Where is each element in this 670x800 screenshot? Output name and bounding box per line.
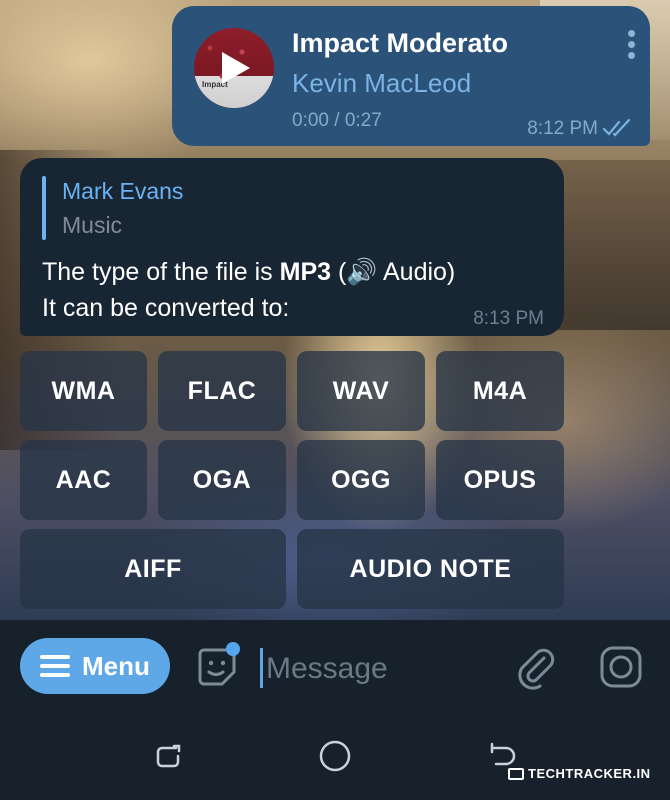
- notification-dot: [226, 642, 240, 656]
- message-text-prefix: The type of the file is: [42, 258, 280, 286]
- reply-sender-name[interactable]: Mark Evans: [62, 178, 183, 205]
- home-icon[interactable]: [318, 739, 352, 773]
- camera-icon[interactable]: [598, 644, 644, 690]
- recent-apps-icon[interactable]: [154, 742, 182, 770]
- watermark: TECHTRACKER.IN: [508, 766, 651, 781]
- watermark-logo-icon: [508, 767, 524, 780]
- message-text-line2: It can be converted to:: [42, 294, 290, 322]
- incoming-message[interactable]: Mark Evans Music The type of the file is…: [20, 158, 564, 336]
- album-cover-play-button[interactable]: Impact: [194, 28, 274, 108]
- reply-quote-bar: [42, 176, 46, 240]
- message-text-line1: The type of the file is MP3 (🔊 Audio): [42, 258, 455, 287]
- message-text-suffix: (🔊 Audio): [331, 258, 456, 286]
- system-navigation-bar: TECHTRACKER.IN: [0, 712, 670, 800]
- convert-oga-button[interactable]: OGA: [158, 440, 286, 520]
- convert-aiff-button[interactable]: AIFF: [20, 529, 286, 609]
- reply-quoted-text: Music: [62, 212, 123, 238]
- convert-m4a-button[interactable]: M4A: [436, 351, 564, 431]
- message-input[interactable]: [264, 646, 498, 692]
- play-icon[interactable]: [222, 52, 250, 84]
- menu-label: Menu: [82, 650, 150, 681]
- file-type-label: MP3: [279, 258, 332, 286]
- hamburger-icon: [40, 655, 70, 677]
- outgoing-audio-message[interactable]: Impact Impact Moderato Kevin MacLeod 0:0…: [172, 6, 650, 146]
- song-artist: Kevin MacLeod: [292, 68, 472, 98]
- paperclip-icon[interactable]: [512, 644, 558, 690]
- convert-wav-button[interactable]: WAV: [297, 351, 425, 431]
- song-progress: 0:00 / 0:27: [292, 110, 382, 131]
- message-timestamp: 8:13 PM: [473, 308, 544, 329]
- convert-ogg-button[interactable]: OGG: [297, 440, 425, 520]
- text-cursor: [260, 648, 263, 688]
- watermark-text: TECHTRACKER.IN: [528, 766, 651, 781]
- convert-aac-button[interactable]: AAC: [20, 440, 147, 520]
- convert-wma-button[interactable]: WMA: [20, 351, 147, 431]
- message-input-bar: Menu: [0, 620, 670, 712]
- song-title: Impact Moderato: [292, 28, 509, 58]
- convert-flac-button[interactable]: FLAC: [158, 351, 286, 431]
- convert-opus-button[interactable]: OPUS: [436, 440, 564, 520]
- message-timestamp: 8:12 PM: [527, 118, 598, 139]
- convert-audio-note-button[interactable]: AUDIO NOTE: [297, 529, 564, 609]
- more-vertical-icon[interactable]: [626, 30, 636, 64]
- double-check-icon: [602, 118, 631, 137]
- bot-menu-button[interactable]: Menu: [20, 638, 170, 694]
